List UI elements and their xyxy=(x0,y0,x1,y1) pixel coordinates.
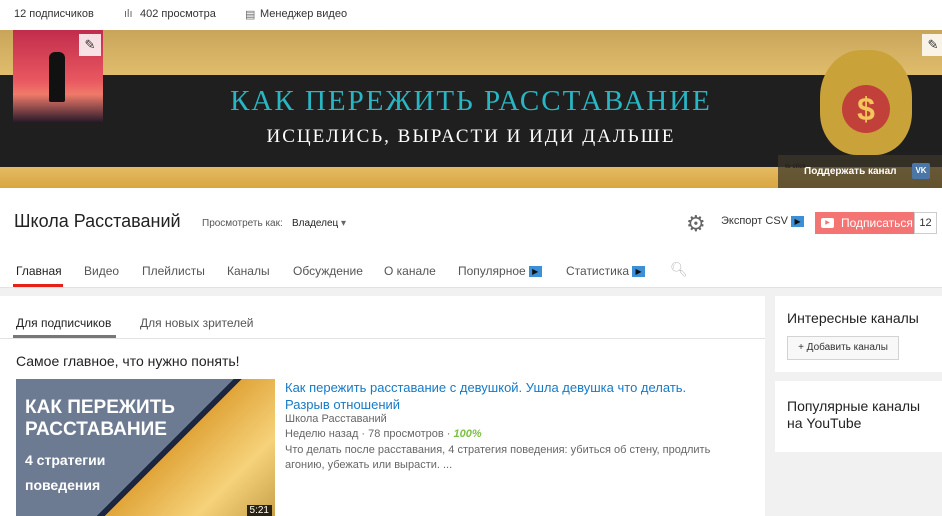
tab-popular-label: Популярное xyxy=(458,264,526,278)
views-count[interactable]: 402 просмотра xyxy=(140,8,216,20)
video-channel-link[interactable]: Школа Расставаний xyxy=(285,413,387,425)
edit-banner-pencil-icon[interactable]: ✎ xyxy=(922,34,942,56)
video-description: Что делать после расставания, 4 стратеги… xyxy=(285,444,711,471)
tab-statistics[interactable]: Статистика ▶ xyxy=(566,264,646,278)
money-bag-icon: $ xyxy=(820,50,912,155)
section-title[interactable]: Самое главное, что нужно понять! xyxy=(16,353,240,369)
extension-play-icon: ▶ xyxy=(791,215,805,227)
video-meta: Неделю назад · 78 просмотров · 100% xyxy=(285,428,482,440)
tab-statistics-label: Статистика xyxy=(566,264,630,278)
add-channels-button[interactable]: + Добавить каналы xyxy=(787,336,899,360)
thumb-text: РАССТАВАНИЕ xyxy=(25,419,167,440)
channel-banner: ✎ КАК ПЕРЕЖИТЬ РАССТАВАНИЕ ИСЦЕЛИСЬ, ВЫР… xyxy=(0,30,942,188)
interesting-channels-title: Интересные каналы xyxy=(787,310,919,326)
tab-about[interactable]: О канале xyxy=(384,264,436,278)
tab-videos[interactable]: Видео xyxy=(84,264,119,278)
search-icon[interactable]: 🔍︎ xyxy=(670,261,688,278)
extension-play-icon: ▶ xyxy=(632,266,646,278)
main-content: Для подписчиков Для новых зрителей Самое… xyxy=(0,296,765,516)
divider xyxy=(0,338,765,339)
view-as-value: Владелец xyxy=(292,218,339,229)
video-duration: 5:21 xyxy=(246,505,272,516)
extension-play-icon: ▶ xyxy=(528,266,542,278)
export-csv-button[interactable]: Экспорт CSV ▶ xyxy=(721,215,805,227)
bar-chart-icon: ılı xyxy=(124,8,133,20)
video-title-link[interactable]: Как пережить расставание с девушкой. Ушл… xyxy=(285,379,715,413)
vk-link[interactable]: VK xyxy=(903,155,942,188)
support-channel-link[interactable]: to click Поддержать канал xyxy=(778,155,903,188)
video-thumbnail[interactable]: КАК ПЕРЕЖИТЬ РАССТАВАНИЕ 4 стратегии пов… xyxy=(16,379,275,516)
tab-discussion[interactable]: Обсуждение xyxy=(293,264,363,278)
thumb-text: поведения xyxy=(25,477,101,493)
tab-popular[interactable]: Популярное ▶ xyxy=(458,264,542,278)
tab-home[interactable]: Главная xyxy=(16,264,62,278)
video-views: 78 просмотров xyxy=(368,428,444,440)
toclick-logo: to click xyxy=(785,164,806,170)
subscribe-label: Подписаться xyxy=(841,216,913,230)
video-manager-icon: ▤ xyxy=(245,9,256,21)
thumb-text: КАК ПЕРЕЖИТЬ xyxy=(25,397,175,418)
video-rating: 100% xyxy=(453,428,482,440)
subscriber-count-badge: 12 xyxy=(914,212,937,234)
chevron-down-icon: ▾ xyxy=(341,218,347,229)
subscriber-count: 12 подписчиков xyxy=(14,8,94,20)
channel-header: Школа Расставаний Просмотреть как: Владе… xyxy=(0,188,942,288)
popular-channels-title: Популярные каналы на YouTube xyxy=(787,398,921,431)
top-stats-bar: 12 подписчиков ılı 402 просмотра ▤ Менед… xyxy=(0,0,942,30)
edit-avatar-pencil-icon[interactable]: ✎ xyxy=(79,34,101,56)
tab-channels[interactable]: Каналы xyxy=(227,264,270,278)
youtube-play-icon: ▶ xyxy=(821,218,834,228)
video-manager-link[interactable]: Менеджер видео xyxy=(260,8,347,20)
interesting-channels-card: Интересные каналы + Добавить каналы xyxy=(775,296,942,372)
active-tab-indicator xyxy=(13,284,63,287)
popular-channels-card: Популярные каналы на YouTube xyxy=(775,381,942,452)
subtab-subscribers[interactable]: Для подписчиков xyxy=(16,316,111,330)
banner-subtitle: ИСЦЕЛИСЬ, ВЫРАСТИ И ИДИ ДАЛЬШЕ xyxy=(266,126,676,147)
view-as-label: Просмотреть как: xyxy=(202,218,283,229)
banner-title: КАК ПЕРЕЖИТЬ РАССТАВАНИЕ xyxy=(230,85,712,117)
subtab-new-viewers[interactable]: Для новых зрителей xyxy=(140,316,254,330)
support-label: Поддержать канал xyxy=(804,166,897,177)
gear-icon[interactable]: ⚙ xyxy=(686,211,706,237)
tab-playlists[interactable]: Плейлисты xyxy=(142,264,205,278)
view-as-dropdown[interactable]: Владелец ▾ xyxy=(292,218,346,229)
video-age: Неделю назад xyxy=(285,428,359,440)
channel-name: Школа Расставаний xyxy=(14,211,181,231)
thumb-text: 4 стратегии xyxy=(25,452,106,468)
vk-icon: VK xyxy=(912,163,930,179)
subscribe-button[interactable]: ▶ Подписаться xyxy=(815,212,914,234)
export-csv-label: Экспорт CSV xyxy=(721,215,789,227)
